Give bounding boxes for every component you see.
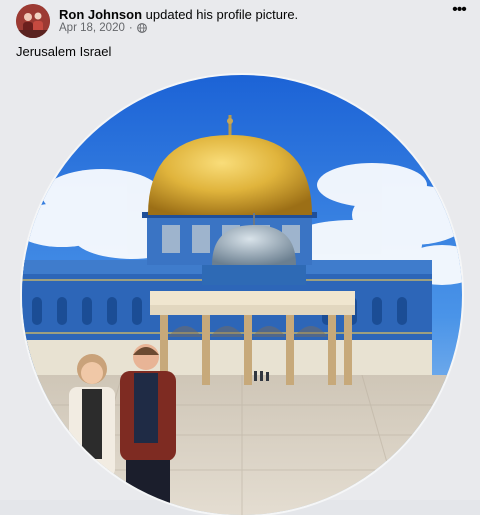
dome-of-the-rock-photo: [22, 75, 462, 515]
author-avatar[interactable]: [16, 4, 50, 38]
post-meta: Apr 18, 2020 ·: [59, 22, 147, 34]
globe-icon[interactable]: [136, 23, 147, 33]
post-card: Ron Johnson updated his profile picture.…: [0, 0, 480, 515]
more-options-button[interactable]: •••: [446, 1, 472, 21]
meta-separator: ·: [128, 22, 133, 34]
avatar-image: [16, 4, 50, 38]
author-name[interactable]: Ron Johnson: [59, 7, 142, 22]
post-action-text: updated his profile picture.: [145, 7, 299, 22]
more-icon: •••: [452, 1, 467, 18]
profile-picture[interactable]: [22, 75, 462, 515]
post-date[interactable]: Apr 18, 2020: [59, 22, 125, 34]
post-caption: Jerusalem Israel: [16, 44, 112, 59]
post-header: Ron Johnson updated his profile picture.: [59, 7, 298, 22]
